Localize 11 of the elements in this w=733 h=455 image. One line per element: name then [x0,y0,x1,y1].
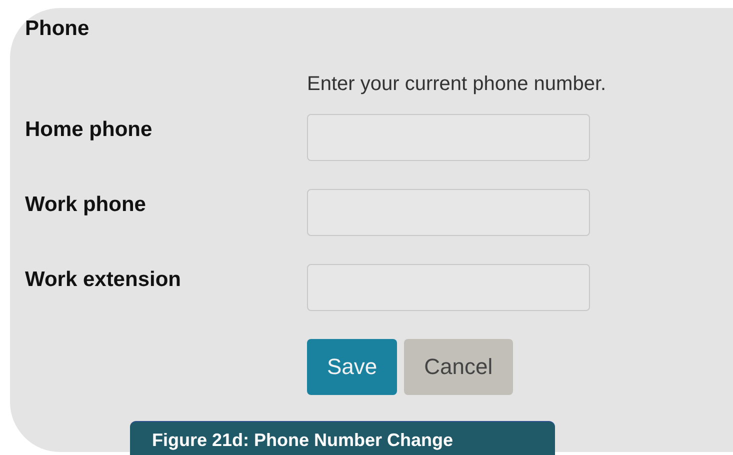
instruction-text: Enter your current phone number. [307,72,608,96]
input-field[interactable] [307,189,590,236]
input-field[interactable] [307,114,590,161]
cancel-button[interactable]: Cancel [404,339,513,395]
save-button[interactable]: Save [307,339,398,395]
field-label: Work phone [25,193,147,217]
figure-caption: Figure 21d: Phone Number Change [130,421,555,455]
field-label: Home phone [25,118,154,142]
section-title: Phone [25,17,90,41]
field-label: Work extension [25,268,182,292]
input-field[interactable] [307,264,590,311]
